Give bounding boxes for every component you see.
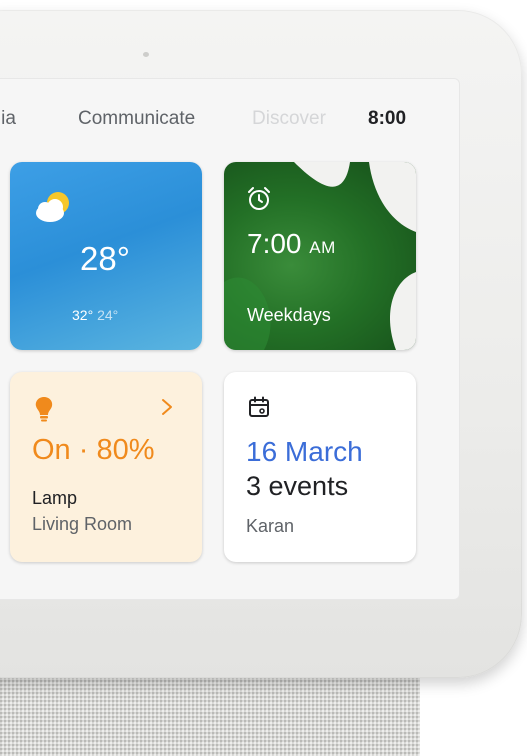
- calendar-events: 3 events: [246, 471, 349, 501]
- tab-media[interactable]: edia: [0, 108, 16, 130]
- alarm-ampm: AM: [309, 238, 336, 257]
- weather-temperature: 28°: [80, 240, 130, 277]
- weather-card[interactable]: 28° 32° 24°: [10, 162, 202, 350]
- calendar-icon: [249, 396, 269, 417]
- alarm-clock-icon: [248, 187, 270, 210]
- tab-discover[interactable]: Discover: [252, 108, 326, 130]
- top-nav: edia Communicate Discover 8:00: [0, 108, 460, 136]
- weather-range: 32° 24°: [72, 307, 118, 323]
- calendar-date: 16 March: [246, 436, 363, 467]
- chevron-right-icon[interactable]: [160, 398, 174, 416]
- lamp-room: Living Room: [32, 514, 133, 534]
- lamp-card[interactable]: On · 80% Lamp Living Room: [10, 372, 202, 562]
- alarm-hour: 7:00: [247, 228, 302, 259]
- lamp-name: Lamp: [32, 488, 78, 508]
- tab-communicate[interactable]: Communicate: [78, 108, 195, 130]
- clock-time: 8:00: [368, 108, 407, 129]
- device-photo: edia Communicate Discover 8:00 28° 32° 2…: [0, 0, 527, 756]
- calendar-owner: Karan: [246, 516, 295, 536]
- weather-low: 24°: [97, 307, 119, 323]
- lightbulb-icon: [35, 397, 53, 422]
- calendar-card[interactable]: 16 March 3 events Karan: [224, 372, 416, 562]
- alarm-card[interactable]: 7:00 AM Weekdays: [224, 162, 416, 350]
- alarm-schedule: Weekdays: [247, 305, 331, 325]
- alarm-time: 7:00 AM: [247, 228, 336, 260]
- lamp-state: On · 80%: [32, 434, 155, 466]
- weather-high: 32°: [72, 307, 94, 323]
- display-screen: edia Communicate Discover 8:00 28° 32° 2…: [0, 78, 460, 600]
- partly-sunny-icon: [36, 192, 69, 222]
- camera-sensor: [143, 52, 149, 57]
